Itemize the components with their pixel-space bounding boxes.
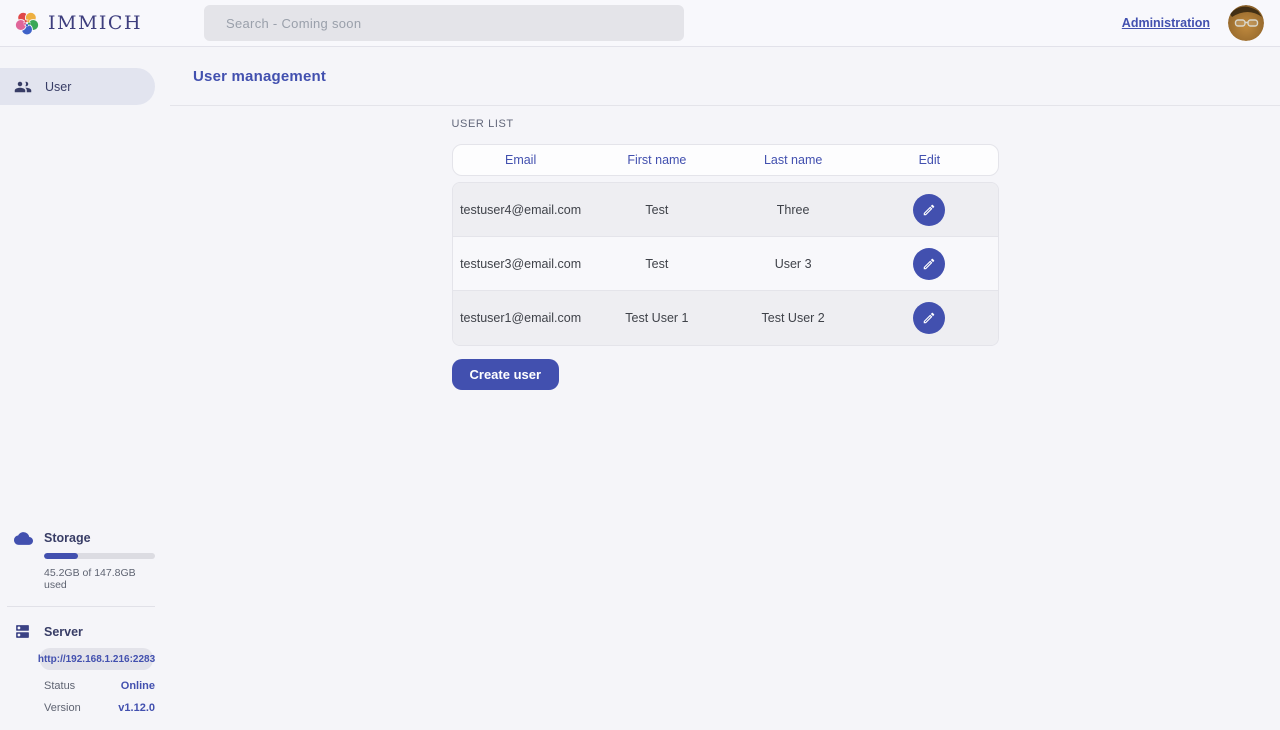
- sidebar: User Storage 45.2GB of 147.8: [0, 47, 170, 730]
- users-icon: [14, 78, 32, 96]
- topbar: IMMICH Administration: [0, 0, 1280, 47]
- sidebar-item-user[interactable]: User: [0, 68, 155, 105]
- table-header: Email First name Last name Edit: [452, 144, 999, 176]
- search-input[interactable]: [204, 5, 684, 41]
- user-last-name-cell: User 3: [725, 257, 861, 271]
- brand-name: IMMICH: [48, 12, 142, 34]
- column-first-name: First name: [589, 153, 725, 167]
- status-label: Status: [44, 680, 75, 692]
- pencil-icon: [922, 203, 936, 217]
- user-email-cell: testuser4@email.com: [453, 203, 589, 217]
- version-value: v1.12.0: [118, 702, 155, 714]
- immich-admin-app: IMMICH Administration: [0, 0, 1280, 730]
- content: USER LIST Email First name Last name Edi…: [170, 106, 1280, 390]
- column-last-name: Last name: [725, 153, 861, 167]
- status-value: Online: [121, 680, 155, 692]
- column-edit: Edit: [861, 153, 997, 167]
- user-email-cell: testuser3@email.com: [453, 257, 589, 271]
- immich-logo-icon: [14, 10, 40, 36]
- storage-section: Storage 45.2GB of 147.8GB used: [14, 528, 155, 591]
- server-icon: [14, 622, 44, 714]
- table-row: testuser1@email.com Test User 1 Test Use…: [453, 291, 998, 345]
- create-user-button[interactable]: Create user: [452, 359, 560, 390]
- pencil-icon: [922, 311, 936, 325]
- sidebar-item-label: User: [45, 80, 71, 94]
- brand: IMMICH: [14, 10, 142, 36]
- version-label: Version: [44, 702, 81, 714]
- administration-link[interactable]: Administration: [1122, 16, 1210, 30]
- server-status-row: Status Online: [44, 680, 155, 692]
- server-url-chip: http://192.168.1.216:2283: [40, 648, 153, 670]
- user-first-name-cell: Test: [589, 203, 725, 217]
- user-last-name-cell: Three: [725, 203, 861, 217]
- user-first-name-cell: Test User 1: [589, 311, 725, 325]
- user-email-cell: testuser1@email.com: [453, 311, 589, 325]
- section-label: USER LIST: [452, 118, 999, 130]
- edit-user-button[interactable]: [913, 194, 945, 226]
- pencil-icon: [922, 257, 936, 271]
- edit-user-button[interactable]: [913, 302, 945, 334]
- storage-title: Storage: [44, 528, 155, 545]
- server-title: Server: [44, 622, 155, 639]
- server-section: Server http://192.168.1.216:2283 Status …: [14, 622, 155, 714]
- avatar[interactable]: [1228, 5, 1264, 41]
- topbar-right: Administration: [1122, 5, 1264, 41]
- edit-user-button[interactable]: [913, 248, 945, 280]
- user-last-name-cell: Test User 2: [725, 311, 861, 325]
- storage-usage-text: 45.2GB of 147.8GB used: [44, 567, 155, 591]
- table-row: testuser3@email.com Test User 3: [453, 237, 998, 291]
- user-table: testuser4@email.com Test Three: [452, 182, 999, 346]
- server-version-row: Version v1.12.0: [44, 702, 155, 714]
- storage-progress-bar: [44, 553, 155, 559]
- sidebar-divider: [7, 606, 155, 607]
- page-title: User management: [193, 68, 326, 85]
- body: User Storage 45.2GB of 147.8: [0, 47, 1280, 730]
- main: User management USER LIST Email First na…: [170, 47, 1280, 730]
- storage-bar-fill: [44, 553, 78, 559]
- user-list-section: USER LIST Email First name Last name Edi…: [452, 118, 999, 390]
- table-row: testuser4@email.com Test Three: [453, 183, 998, 237]
- column-email: Email: [453, 153, 589, 167]
- main-header: User management: [170, 47, 1280, 106]
- sidebar-bottom: Storage 45.2GB of 147.8GB used: [0, 528, 170, 730]
- cloud-icon: [14, 528, 44, 591]
- user-first-name-cell: Test: [589, 257, 725, 271]
